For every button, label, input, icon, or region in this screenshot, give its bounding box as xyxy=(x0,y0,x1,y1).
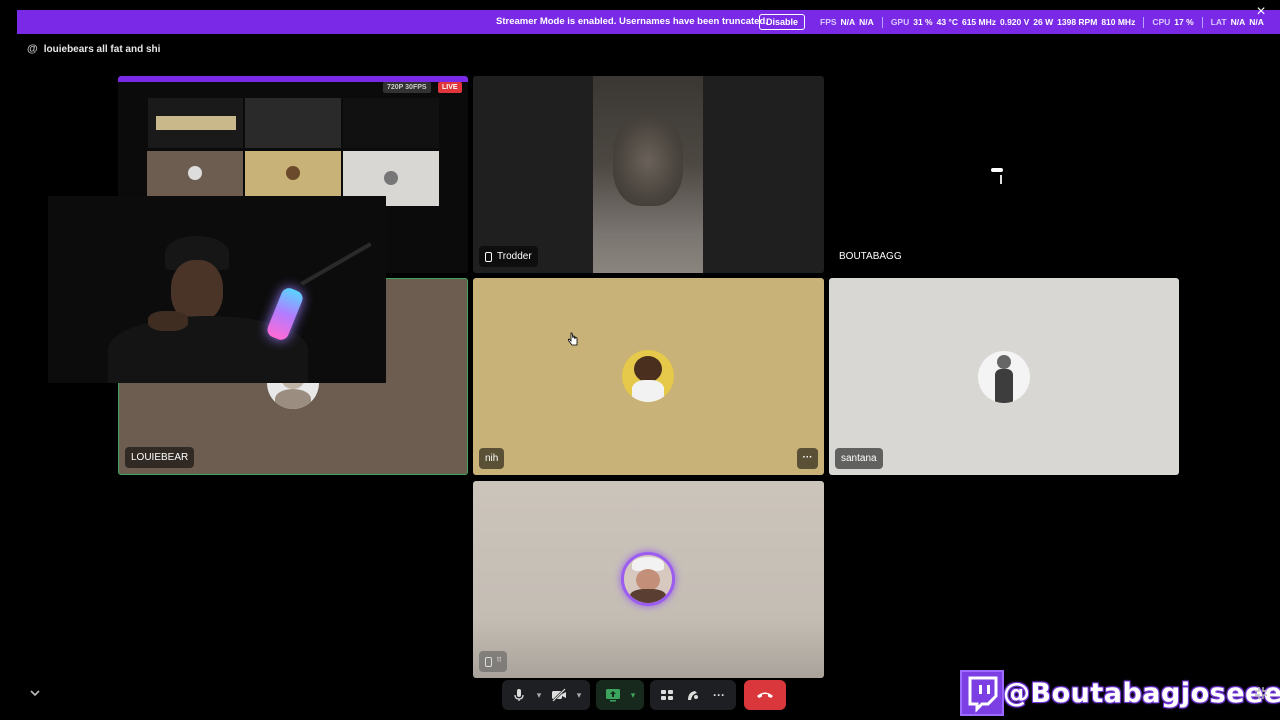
chevron-down-icon[interactable] xyxy=(28,686,42,700)
avatar xyxy=(622,350,674,402)
divider xyxy=(1201,16,1203,28)
participant-tile[interactable]: Trodder xyxy=(473,76,824,273)
more-options-button[interactable]: ··· xyxy=(708,684,730,706)
gpu-power: 26 W xyxy=(1033,17,1054,27)
mini-tile xyxy=(147,151,243,196)
mini-tile xyxy=(245,151,341,196)
mini-tile xyxy=(245,98,341,148)
participant-name: BOUTABAGG xyxy=(839,251,902,262)
fps-value: N/A xyxy=(840,17,856,27)
at-icon: @ xyxy=(27,43,38,55)
divider xyxy=(1143,16,1145,28)
activities-icon[interactable] xyxy=(656,684,678,706)
participant-name: santana xyxy=(841,453,877,464)
camera-off-icon[interactable] xyxy=(548,684,570,706)
mobile-icon xyxy=(485,251,492,262)
live-badge: LIVE xyxy=(438,82,462,93)
participant-label: santana xyxy=(835,448,883,469)
mini-tile xyxy=(148,98,243,148)
gpu-label: GPU xyxy=(890,17,910,27)
disable-streamer-mode-button[interactable]: Disable xyxy=(759,14,806,30)
microphone-icon xyxy=(265,285,305,343)
chevron-down-icon[interactable]: ▾ xyxy=(574,684,584,706)
close-icon[interactable]: × xyxy=(1252,3,1270,21)
lat-value: N/A xyxy=(1230,17,1246,27)
share-group: ▾ xyxy=(596,680,644,710)
mic-group: ▾ ▾ xyxy=(502,680,590,710)
mobile-icon xyxy=(485,656,492,667)
mic-arm xyxy=(300,242,372,286)
gpu-mem: 810 MHz xyxy=(1101,17,1136,27)
avatar xyxy=(978,351,1030,403)
twitch-handle: @Boutabagjoseee xyxy=(1003,678,1280,709)
performance-overlay: FPS N/A N/A GPU 31 % 43 °C 615 MHz 0.920… xyxy=(820,14,1264,30)
gpu-fan: 1398 RPM xyxy=(1057,17,1098,27)
facecam-overlay xyxy=(48,196,386,383)
participant-name: ᵗᵗ xyxy=(497,656,502,667)
video-feed xyxy=(593,76,703,273)
soundboard-icon[interactable] xyxy=(682,684,704,706)
screen-share-icon[interactable] xyxy=(602,684,624,706)
participant-label: BOUTABAGG xyxy=(835,246,908,267)
avatar xyxy=(621,552,675,606)
quality-badge: 720P 30FPS xyxy=(383,82,431,93)
mic-icon[interactable] xyxy=(508,684,530,706)
fps-label: FPS xyxy=(820,17,837,27)
channel-header: @ louiebears all fat and shi xyxy=(27,43,160,55)
chevron-down-icon[interactable]: ▾ xyxy=(534,684,544,706)
participant-tile[interactable]: ᵗᵗ xyxy=(473,481,824,678)
gpu-temp: 43 °C xyxy=(936,17,958,27)
participant-label: nih xyxy=(479,448,505,469)
channel-name: louiebears all fat and shi xyxy=(43,43,161,55)
call-controls: ▾ ▾ ▾ ··· xyxy=(502,680,786,710)
cpu-label: CPU xyxy=(1152,17,1171,27)
lat-label: LAT xyxy=(1210,17,1227,27)
participant-label: ᵗᵗ xyxy=(479,651,508,672)
exit-fullscreen-icon[interactable] xyxy=(1254,686,1268,700)
gpu-load: 31 % xyxy=(913,17,933,27)
streamer-hand xyxy=(148,311,188,331)
fps-value-2: N/A xyxy=(859,17,874,27)
participant-tile[interactable]: nih ··· xyxy=(473,278,824,475)
gpu-clock: 615 MHz xyxy=(961,17,996,27)
participant-tile[interactable]: BOUTABAGG xyxy=(829,76,1179,273)
mini-tile xyxy=(343,98,439,148)
participant-name: Trodder xyxy=(497,251,532,262)
participant-name: LOUIEBEAR xyxy=(131,452,189,463)
hangup-icon xyxy=(757,692,773,698)
participant-tile[interactable]: santana xyxy=(829,278,1179,475)
streamer-mode-message: Streamer Mode is enabled. Usernames have… xyxy=(496,16,768,27)
participant-name: nih xyxy=(485,453,499,464)
twitch-logo-icon xyxy=(960,670,1004,716)
cpu-load: 17 % xyxy=(1174,17,1194,27)
divider xyxy=(881,16,883,28)
chevron-down-icon[interactable]: ▾ xyxy=(628,684,638,706)
extras-group: ··· xyxy=(650,680,736,710)
cursor-icon xyxy=(567,332,578,346)
participant-label: LOUIEBEAR xyxy=(125,447,195,468)
disconnect-button[interactable] xyxy=(744,680,786,710)
gpu-volt: 0.920 V xyxy=(999,17,1030,27)
avatar xyxy=(981,158,1025,202)
participant-label: Trodder xyxy=(479,246,538,267)
streamer-mode-banner: Streamer Mode is enabled. Usernames have… xyxy=(17,10,1280,34)
tile-more-button[interactable]: ··· xyxy=(797,448,818,469)
